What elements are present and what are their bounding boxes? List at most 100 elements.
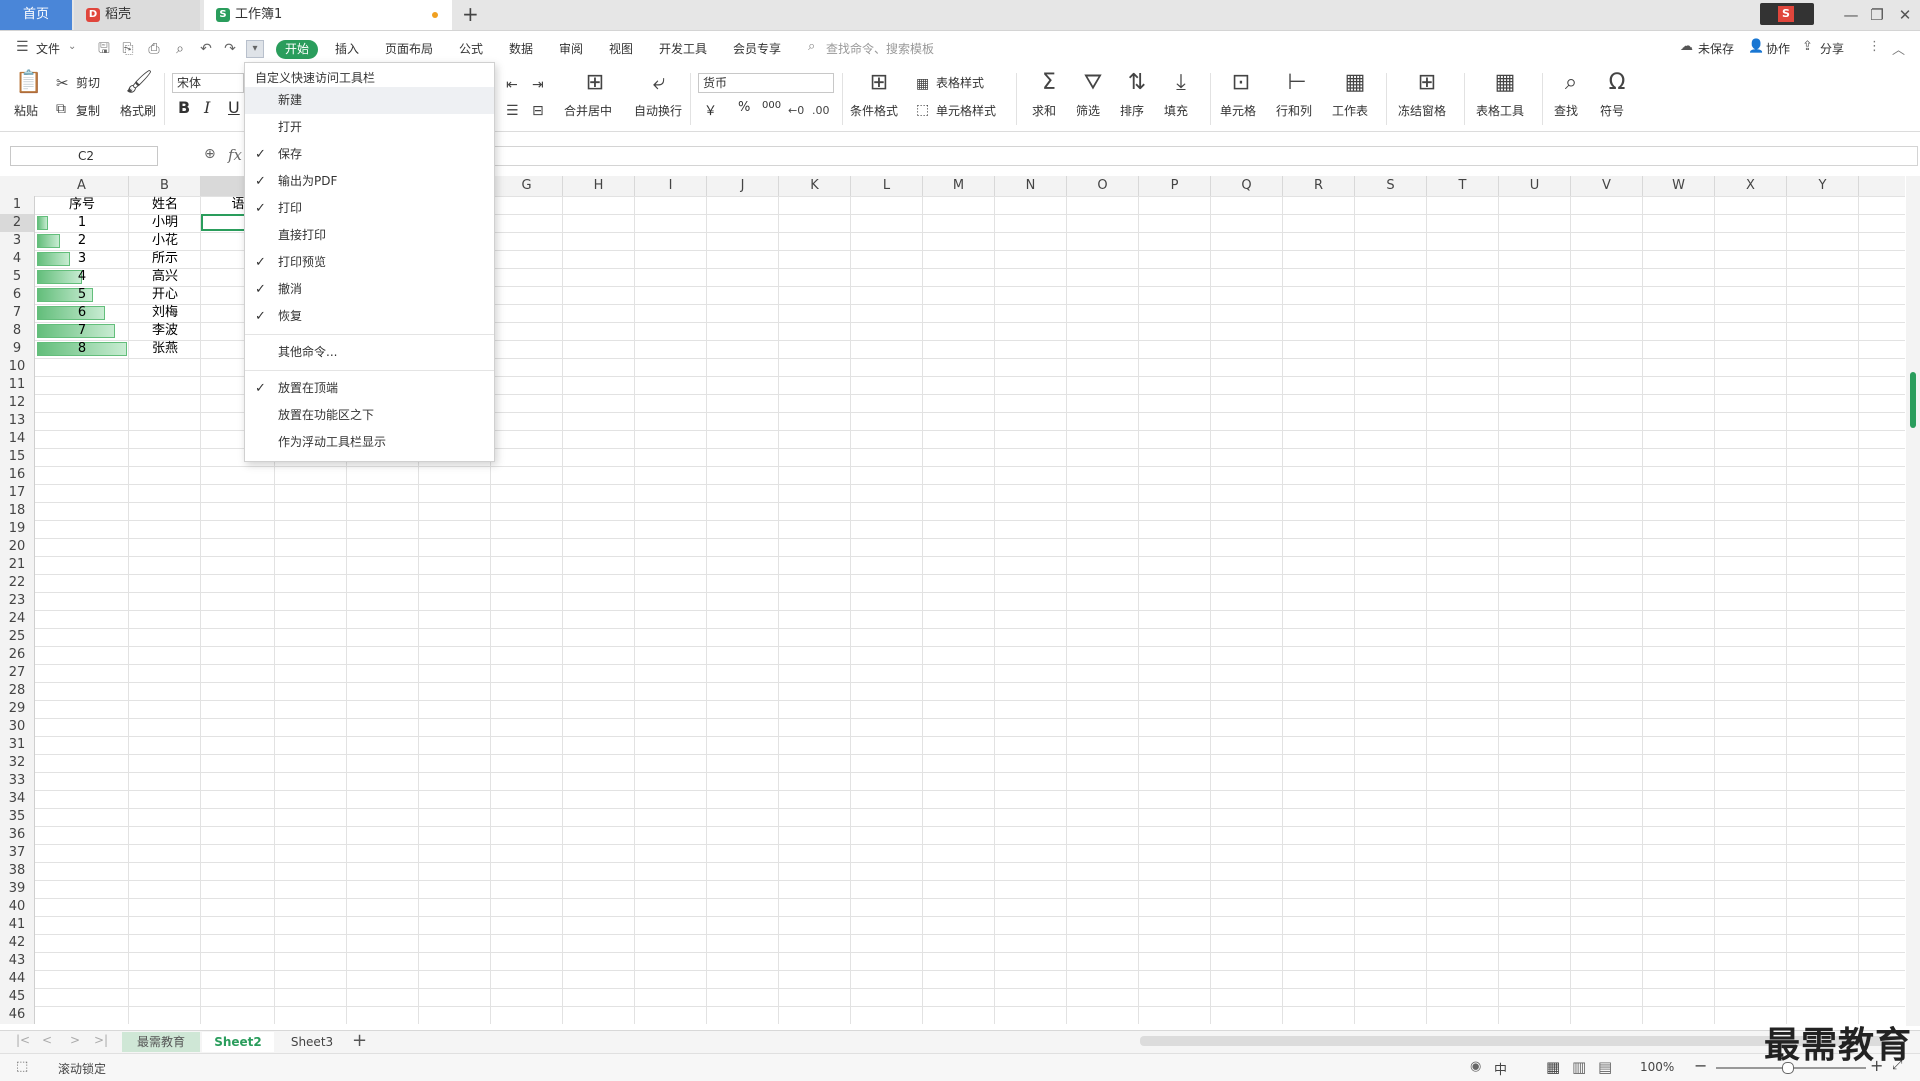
tab-start[interactable]: 开始 [276,40,318,59]
tab-workbook[interactable]: S 工作簿1 [204,0,452,30]
tab-page-layout[interactable]: 页面布局 [385,40,433,57]
underline-button[interactable]: U [228,98,240,117]
more-icon[interactable]: ⋮ [1868,39,1881,54]
cell-header-seq[interactable]: 序号 [35,196,129,214]
column-header[interactable]: G [491,176,563,196]
row-header[interactable]: 16 [0,466,34,484]
row-header[interactable]: 11 [0,376,34,394]
column-header[interactable]: O [1067,176,1139,196]
menu-item[interactable]: ✓ 恢复 [245,303,494,330]
cell-name[interactable]: 李波 [129,322,201,340]
new-tab-button[interactable]: + [462,2,479,26]
column-header[interactable]: J [707,176,779,196]
cell-header-name[interactable]: 姓名 [129,196,201,214]
find-button[interactable]: 查找 [1554,102,1578,119]
cell-button[interactable]: 单元格 [1220,102,1256,119]
column-header[interactable]: Y [1787,176,1859,196]
formula-input[interactable] [492,146,1918,166]
row-header[interactable]: 43 [0,952,34,970]
row-header[interactable]: 12 [0,394,34,412]
cell-seq[interactable]: 7 [35,322,129,340]
row-header[interactable]: 9 [0,340,34,358]
zoom-out-button[interactable]: − [1694,1056,1707,1075]
copy-button[interactable]: 复制 [76,102,100,119]
font-name-select[interactable]: 宋体 [172,73,244,93]
column-header[interactable]: R [1283,176,1355,196]
macro-record-icon[interactable]: ⬚ [16,1059,28,1074]
tab-formula[interactable]: 公式 [459,40,483,57]
row-header[interactable]: 21 [0,556,34,574]
sheet-tab-3[interactable]: Sheet3 [276,1032,348,1052]
menu-item-placement[interactable]: ✓ 放置在顶端 [245,375,494,402]
row-header[interactable]: 17 [0,484,34,502]
row-header[interactable]: 18 [0,502,34,520]
row-header[interactable]: 35 [0,808,34,826]
row-header[interactable]: 38 [0,862,34,880]
row-header[interactable]: 26 [0,646,34,664]
row-header[interactable]: 19 [0,520,34,538]
wrap-text-button[interactable]: 自动换行 [634,102,682,119]
row-header[interactable]: 7 [0,304,34,322]
fx-button[interactable]: fx [228,146,242,164]
indent-decrease-icon[interactable]: ⇤ [506,73,518,97]
thousands-button[interactable]: 000 [762,100,781,111]
cell-style-button[interactable]: 单元格样式 [936,102,996,119]
column-header[interactable]: H [563,176,635,196]
menu-item[interactable]: ✓ 保存 [245,141,494,168]
column-header[interactable]: N [995,176,1067,196]
menu-item[interactable]: ✓ 打印 [245,195,494,222]
menu-item[interactable]: 新建 [245,87,494,114]
filter-button[interactable]: 筛选 [1076,102,1100,119]
freeze-panes-button[interactable]: 冻结窗格 [1398,102,1446,119]
vertical-scrollbar[interactable] [1906,176,1920,1026]
row-header[interactable]: 28 [0,682,34,700]
row-header[interactable]: 4 [0,250,34,268]
column-header[interactable]: U [1499,176,1571,196]
row-header[interactable]: 14 [0,430,34,448]
row-header[interactable]: 5 [0,268,34,286]
tab-view[interactable]: 视图 [609,40,633,57]
sheet-tab-1[interactable]: 最需教育 [122,1032,200,1052]
paste-icon[interactable]: 📋 [14,71,44,95]
file-menu[interactable]: 文件 [36,40,60,57]
sheet-tab-2[interactable]: Sheet2 [202,1032,274,1052]
cell-name[interactable]: 开心 [129,286,201,304]
symbol-button[interactable]: 符号 [1600,102,1624,119]
print-preview-icon[interactable]: ⌕ [172,41,188,57]
cell-name[interactable]: 高兴 [129,268,201,286]
bold-button[interactable]: B [178,98,190,117]
share-button[interactable]: 分享 [1820,40,1844,57]
close-button[interactable]: ✕ [1890,0,1920,30]
row-header[interactable]: 32 [0,754,34,772]
customize-toolbar-button[interactable]: ▾ [246,40,264,58]
column-header[interactable]: Q [1211,176,1283,196]
row-header[interactable]: 40 [0,898,34,916]
row-header[interactable]: 15 [0,448,34,466]
cell-name[interactable]: 小明 [129,214,201,232]
row-header[interactable]: 10 [0,358,34,376]
tab-review[interactable]: 审阅 [559,40,583,57]
collab-button[interactable]: 协作 [1766,40,1790,57]
row-header[interactable]: 8 [0,322,34,340]
row-header[interactable]: 37 [0,844,34,862]
tab-developer[interactable]: 开发工具 [659,40,707,57]
row-header[interactable]: 27 [0,664,34,682]
print-icon[interactable]: ⎙ [146,41,162,57]
row-header[interactable]: 45 [0,988,34,1006]
cell-name[interactable]: 张燕 [129,340,201,358]
sum-button[interactable]: 求和 [1032,102,1056,119]
row-header[interactable]: 30 [0,718,34,736]
row-header[interactable]: 31 [0,736,34,754]
pdf-icon[interactable]: ⎘ [120,41,136,57]
page-break-view-icon[interactable]: ▤ [1598,1058,1612,1076]
column-header[interactable]: P [1139,176,1211,196]
restore-button[interactable]: ❐ [1862,0,1892,30]
row-header[interactable]: 33 [0,772,34,790]
menu-item[interactable]: ✓ 输出为PDF [245,168,494,195]
row-header[interactable]: 20 [0,538,34,556]
row-header[interactable]: 29 [0,700,34,718]
tab-daoke[interactable]: D 稻壳 [74,0,200,30]
row-col-button[interactable]: 行和列 [1276,102,1312,119]
number-format-select[interactable]: 货币 [698,73,834,93]
zoom-level[interactable]: 100% [1640,1060,1674,1074]
